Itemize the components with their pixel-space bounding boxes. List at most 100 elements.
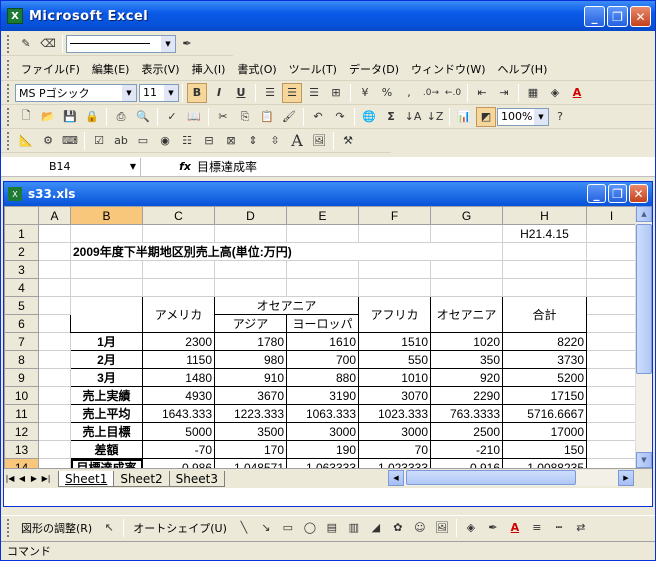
align-right-icon[interactable]: ☰ xyxy=(304,83,324,103)
menu-data[interactable]: データ(D) xyxy=(343,61,405,77)
help-icon[interactable]: ? xyxy=(550,107,570,127)
header-oceania[interactable]: オセアニア xyxy=(430,296,503,333)
horizontal-scrollbar[interactable]: ◀ ▶ xyxy=(388,470,634,486)
row-header[interactable]: 11 xyxy=(4,404,39,423)
draw-adjust-menu[interactable]: 図形の調整(R) xyxy=(15,520,98,536)
menu-insert[interactable]: 挿入(I) xyxy=(186,61,232,77)
cell-value[interactable]: 1010 xyxy=(358,368,431,387)
cell-value[interactable]: 1510 xyxy=(358,332,431,351)
formula-input[interactable]: 目標達成率 xyxy=(197,158,257,175)
workbook-minimize-button[interactable]: _ xyxy=(587,184,606,203)
currency-icon[interactable]: ¥ xyxy=(355,83,375,103)
draw-fill-color-icon[interactable]: ◈ xyxy=(461,518,481,538)
row-header[interactable]: 1 xyxy=(4,224,39,243)
col-header-d[interactable]: D xyxy=(214,206,287,225)
clipart-icon[interactable]: ☺ xyxy=(410,518,430,538)
row-header[interactable]: 12 xyxy=(4,422,39,441)
header-oceania-group[interactable]: オセアニア xyxy=(214,296,359,315)
line-weight-icon[interactable]: ≡ xyxy=(527,518,547,538)
oval-icon[interactable]: ◯ xyxy=(300,518,320,538)
spin-button-icon[interactable]: ⇕ xyxy=(243,131,263,151)
col-header-f[interactable]: F xyxy=(358,206,431,225)
cell-value[interactable]: 1643.333 xyxy=(142,404,215,423)
properties-icon[interactable]: ⚙ xyxy=(38,131,58,151)
row-label[interactable]: 1月 xyxy=(70,332,143,351)
header-empty[interactable] xyxy=(70,296,143,333)
row-header[interactable]: 3 xyxy=(4,260,39,279)
tab-sheet2[interactable]: Sheet2 xyxy=(113,470,170,487)
merge-center-icon[interactable]: ⊞ xyxy=(326,83,346,103)
more-controls-icon[interactable]: ⚒ xyxy=(338,131,358,151)
cell-value[interactable]: 550 xyxy=(358,350,431,369)
cell-value[interactable]: 350 xyxy=(430,350,503,369)
cell-value[interactable]: 2300 xyxy=(142,332,215,351)
cell[interactable] xyxy=(38,242,71,261)
cell-value[interactable]: 2290 xyxy=(430,386,503,405)
col-header-g[interactable]: G xyxy=(430,206,503,225)
header-africa[interactable]: アフリカ xyxy=(358,296,431,333)
comma-button[interactable]: , xyxy=(399,83,419,103)
textbox-icon[interactable]: ▤ xyxy=(322,518,342,538)
open-icon[interactable]: 📂 xyxy=(38,107,58,127)
save-icon[interactable]: 💾 xyxy=(60,107,80,127)
col-header-b[interactable]: B xyxy=(70,206,143,225)
scroll-right-icon[interactable]: ▶ xyxy=(618,470,634,486)
col-header-e[interactable]: E xyxy=(286,206,359,225)
print-icon[interactable]: ⎙ xyxy=(111,107,131,127)
cell-value[interactable]: 3190 xyxy=(286,386,359,405)
command-button-icon[interactable]: ▭ xyxy=(133,131,153,151)
cell-value[interactable]: 170 xyxy=(214,440,287,459)
combobox-icon[interactable]: ⊟ xyxy=(199,131,219,151)
cell-value[interactable]: -210 xyxy=(430,440,503,459)
last-sheet-icon[interactable]: ▶| xyxy=(40,474,52,483)
font-color-button[interactable]: A xyxy=(567,83,587,103)
vertical-scroll-thumb[interactable] xyxy=(636,224,652,374)
permission-icon[interactable]: 🔒 xyxy=(82,107,102,127)
cell-value[interactable]: 3730 xyxy=(502,350,587,369)
cell-value[interactable]: 5716.6667 xyxy=(502,404,587,423)
indent-icon[interactable]: ⇥ xyxy=(494,83,514,103)
chart-wizard-icon[interactable]: 📊 xyxy=(454,107,474,127)
corner-select-all[interactable] xyxy=(4,206,39,225)
option-button-icon[interactable]: ◉ xyxy=(155,131,175,151)
cell[interactable] xyxy=(430,224,503,243)
design-mode-icon[interactable]: 📐 xyxy=(16,131,36,151)
line-color-icon[interactable]: ✒ xyxy=(177,34,197,54)
row-label[interactable]: 差額 xyxy=(70,440,143,459)
checkbox-control-icon[interactable]: ☑ xyxy=(89,131,109,151)
row-header[interactable]: 7 xyxy=(4,332,39,351)
row-label[interactable]: 2月 xyxy=(70,350,143,369)
draw-font-color-button[interactable]: A xyxy=(505,518,525,538)
row-label[interactable]: 売上目標 xyxy=(70,422,143,441)
cell[interactable] xyxy=(586,224,637,243)
arrow-icon[interactable]: ↘ xyxy=(256,518,276,538)
pencil-icon[interactable]: ✎ xyxy=(16,34,36,54)
cell-value[interactable]: 3070 xyxy=(358,386,431,405)
cell-value[interactable]: 190 xyxy=(286,440,359,459)
workbook-close-button[interactable]: ✕ xyxy=(629,184,648,203)
row-header[interactable]: 10 xyxy=(4,386,39,405)
cell-value[interactable]: 1480 xyxy=(142,368,215,387)
research-icon[interactable]: 📖 xyxy=(184,107,204,127)
view-code-icon[interactable]: ⌨ xyxy=(60,131,80,151)
label-control-icon[interactable]: A xyxy=(287,131,307,151)
cell-value[interactable]: 5200 xyxy=(502,368,587,387)
row-header[interactable]: 9 xyxy=(4,368,39,387)
vertical-textbox-icon[interactable]: ▥ xyxy=(344,518,364,538)
col-header-c[interactable]: C xyxy=(142,206,215,225)
wordart-icon[interactable]: ◢ xyxy=(366,518,386,538)
image-control-icon[interactable]: 🖼 xyxy=(309,131,329,151)
cell-value[interactable]: 1150 xyxy=(142,350,215,369)
cell-date[interactable]: H21.4.15 xyxy=(502,224,587,243)
new-icon[interactable]: 🗋 xyxy=(16,107,36,127)
arrow-style-icon[interactable]: ⇄ xyxy=(571,518,591,538)
cell-value[interactable]: 3670 xyxy=(214,386,287,405)
menu-format[interactable]: 書式(O) xyxy=(231,61,282,77)
cell-value[interactable]: 3000 xyxy=(358,422,431,441)
workbook-title-bar[interactable]: X s33.xls _ ❐ ✕ xyxy=(4,182,652,206)
autosum-button[interactable]: Σ xyxy=(381,107,401,127)
align-center-icon[interactable]: ☰ xyxy=(282,82,302,103)
sort-asc-icon[interactable]: ↓A xyxy=(403,107,423,127)
row-label[interactable]: 3月 xyxy=(70,368,143,387)
prev-sheet-icon[interactable]: ◀ xyxy=(16,474,28,483)
